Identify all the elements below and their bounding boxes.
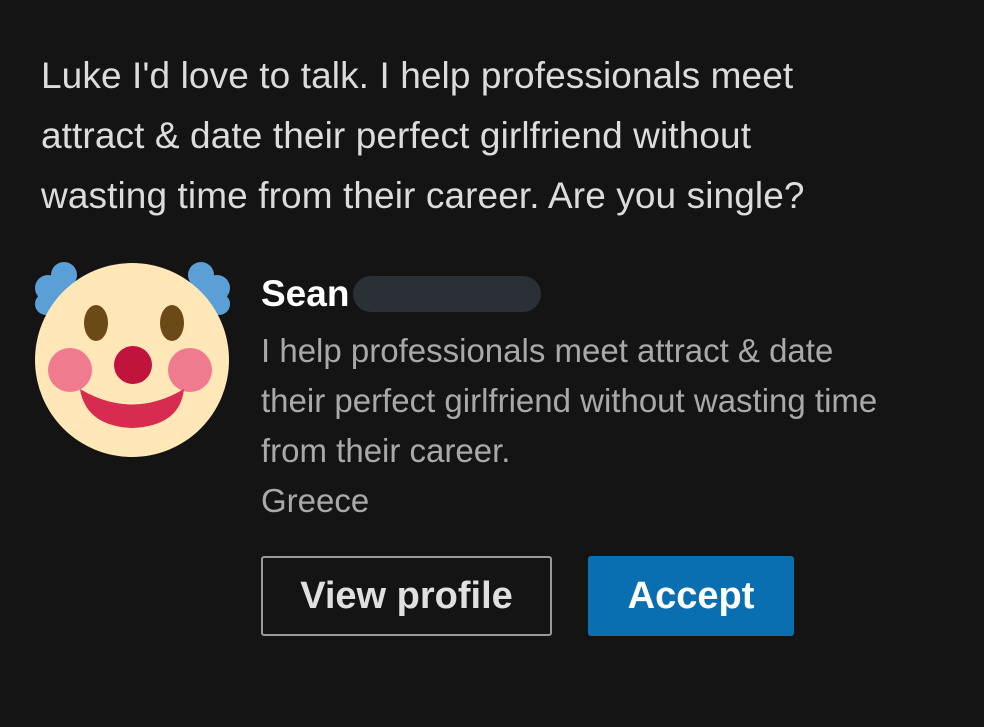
- sender-info: Sean I help professionals meet attract &…: [261, 268, 961, 526]
- accept-button[interactable]: Accept: [588, 556, 794, 636]
- name-row: Sean: [261, 268, 961, 320]
- sender-name[interactable]: Sean: [261, 273, 349, 315]
- headline-line: their perfect girlfriend without wasting…: [261, 382, 878, 419]
- message-line: Luke I'd love to talk. I help profession…: [41, 55, 794, 96]
- view-profile-button[interactable]: View profile: [261, 556, 552, 636]
- headline-line: I help professionals meet attract & date: [261, 332, 834, 369]
- message-line: attract & date their perfect girlfriend …: [41, 115, 752, 156]
- invitation-message: Luke I'd love to talk. I help profession…: [41, 46, 941, 226]
- redaction-block: [353, 276, 542, 312]
- sender-location: Greece: [261, 482, 370, 519]
- sender-headline: I help professionals meet attract & date…: [261, 326, 951, 476]
- message-line: wasting time from their career. Are you …: [41, 175, 805, 216]
- clown-face-icon: [35, 262, 230, 457]
- headline-line: from their career.: [261, 432, 511, 469]
- avatar[interactable]: [30, 258, 235, 463]
